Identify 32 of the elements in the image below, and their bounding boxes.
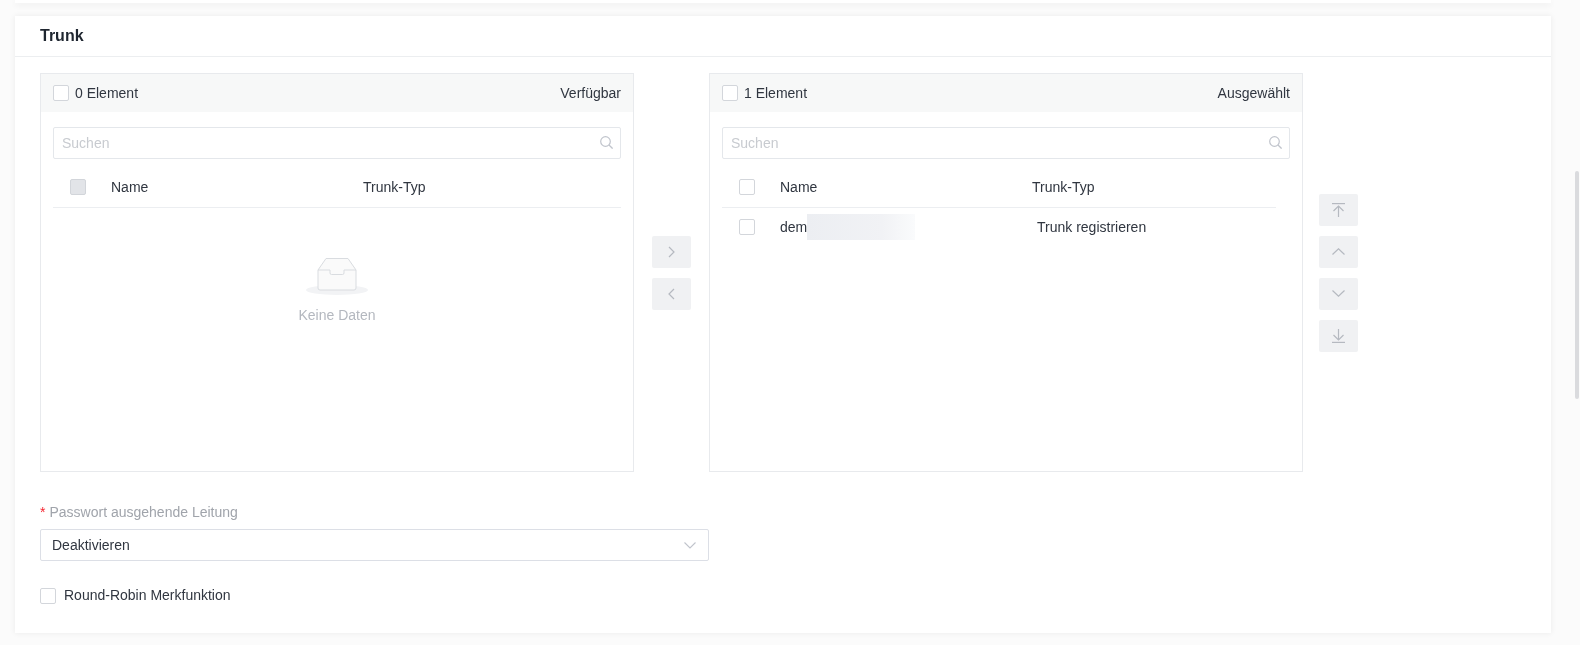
search-icon: [1269, 136, 1282, 149]
empty-tray-icon: [306, 256, 368, 295]
chevron-down-icon: [1332, 290, 1345, 297]
chevron-down-icon: [684, 541, 696, 549]
scrollbar-thumb[interactable]: [1575, 171, 1579, 399]
column-header: Name: [111, 177, 150, 197]
panel-title: Verfügbar: [560, 83, 621, 103]
table-cell-text: dem: [780, 217, 808, 237]
required-asterisk: *: [40, 503, 46, 521]
column-header: Trunk-Typ: [363, 177, 426, 197]
item-count: 1 Element: [744, 83, 808, 103]
arrow-down-to-line-icon: [1332, 328, 1345, 343]
column-header: Name: [780, 177, 819, 197]
chevron-right-icon: [668, 245, 675, 258]
checkbox[interactable]: [739, 219, 755, 235]
section-title: Trunk: [40, 26, 84, 46]
arrow-up-to-line-icon: [1332, 202, 1345, 217]
checkbox-label: Round-Robin Merkfunktion: [64, 586, 231, 605]
field-label: Passwort ausgehende Leitung: [49, 503, 238, 521]
search-icon: [600, 136, 613, 149]
dropdown-select[interactable]: Deaktivieren: [40, 529, 709, 561]
chevron-left-icon: [668, 287, 675, 300]
panel-title: Ausgewählt: [1217, 83, 1290, 103]
column-header: Trunk-Typ: [1032, 177, 1095, 197]
checkbox[interactable]: [53, 85, 69, 101]
empty-state-text: Keine Daten: [298, 307, 376, 323]
chevron-up-icon: [1332, 248, 1345, 255]
item-count: 0 Element: [75, 83, 139, 103]
table-cell-text: Trunk registrieren: [1036, 217, 1147, 237]
checkbox[interactable]: [722, 85, 738, 101]
checkbox[interactable]: [40, 587, 56, 604]
checkbox[interactable]: [739, 179, 755, 195]
